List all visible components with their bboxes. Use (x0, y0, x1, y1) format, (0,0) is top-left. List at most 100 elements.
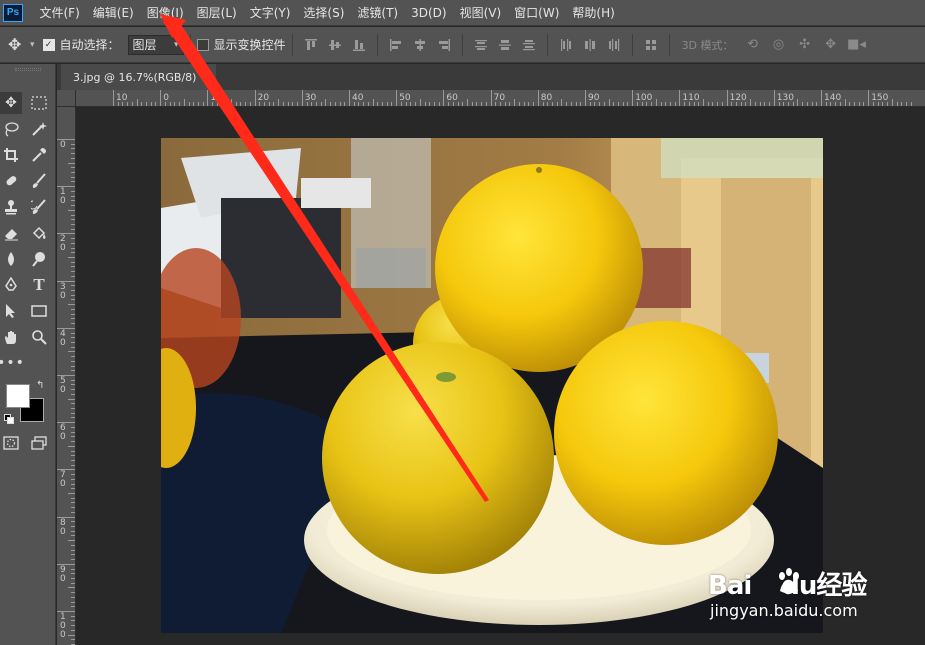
auto-select-checkbox[interactable]: ✓ (42, 38, 55, 51)
ruler-v-tick (71, 228, 75, 230)
document-image[interactable] (161, 138, 823, 633)
ruler-h-tick (736, 102, 738, 106)
ruler-h-tick (585, 90, 586, 106)
ruler-h-tick (141, 102, 143, 106)
ruler-v-tick (71, 629, 75, 631)
menu-file[interactable]: 文件(F) (33, 0, 86, 26)
ruler-v-tick (71, 436, 75, 438)
ruler-h-tick (245, 102, 247, 106)
ruler-h-tick (660, 102, 662, 106)
menu-filter[interactable]: 滤镜(T) (351, 0, 405, 26)
menu-3d[interactable]: 3D(D) (405, 0, 453, 26)
ruler-h-tick (835, 102, 837, 106)
swap-colors-icon[interactable]: ↰ (36, 380, 44, 391)
horizontal-ruler[interactable]: 10 0 10 20 30 40 50 60 70 80 90 100 110 120 130 140 150 (76, 90, 925, 107)
menu-image[interactable]: 图像(I) (140, 0, 190, 26)
move-tool-preset-icon[interactable]: ✥ (8, 35, 28, 54)
path-selection-tool-icon[interactable] (0, 300, 22, 322)
eyedropper-tool-icon[interactable] (28, 144, 50, 166)
show-transform-checkbox[interactable] (196, 38, 209, 51)
history-brush-tool-icon[interactable] (28, 196, 50, 218)
ruler-v-tick (71, 247, 75, 249)
dodge-tool-icon[interactable] (28, 248, 50, 270)
distribute-vertical-center-icon[interactable] (495, 35, 515, 55)
auto-select-target-dropdown[interactable]: 图层 ▾ (127, 34, 184, 55)
menu-layer[interactable]: 图层(L) (190, 0, 243, 26)
zoom-tool-icon[interactable] (28, 326, 50, 348)
ruler-h-tick (377, 102, 379, 106)
vertical-ruler[interactable]: 0 10 20 30 40 50 60 70 80 90 100 (57, 107, 76, 645)
toolbox-grip[interactable] (0, 64, 55, 74)
marquee-tool-icon[interactable] (28, 92, 50, 114)
align-left-icon[interactable] (386, 35, 406, 55)
ruler-h-tick (127, 102, 129, 106)
ruler-h-tick (882, 102, 884, 106)
rectangle-tool-icon[interactable] (28, 300, 50, 322)
auto-align-layers-icon[interactable] (641, 35, 661, 55)
hand-tool-icon[interactable] (0, 326, 22, 348)
distribute-right-icon[interactable] (604, 35, 624, 55)
menu-view[interactable]: 视图(V) (453, 0, 508, 26)
document-tab[interactable]: 3.jpg @ 16.7%(RGB/8) × (61, 64, 216, 90)
ruler-h-tick (764, 102, 766, 106)
ruler-v-tick (71, 511, 75, 513)
magic-wand-tool-icon[interactable] (28, 118, 50, 140)
3d-roll-icon[interactable]: ◎ (768, 35, 790, 55)
distribute-top-icon[interactable] (471, 35, 491, 55)
distribute-horizontal-center-icon[interactable] (580, 35, 600, 55)
ruler-v-tick (71, 488, 75, 490)
align-horizontal-center-icon[interactable] (410, 35, 430, 55)
menu-select[interactable]: 选择(S) (297, 0, 351, 26)
watermark-url: jingyan.baidu.com (710, 601, 858, 620)
chevron-down-icon[interactable]: ▾ (30, 40, 35, 50)
more-tools-icon[interactable]: ••• (0, 352, 24, 374)
crop-tool-icon[interactable] (0, 144, 22, 166)
pen-tool-icon[interactable] (0, 274, 22, 296)
screen-mode-icon[interactable] (28, 432, 50, 454)
separator (546, 33, 548, 56)
3d-rotate-icon[interactable]: ⟲ (742, 35, 764, 55)
ruler-h-tick (632, 90, 634, 106)
align-right-icon[interactable] (434, 35, 454, 55)
ruler-h-tick (183, 99, 185, 106)
ruler-v-tick (71, 535, 75, 537)
menu-help[interactable]: 帮助(H) (566, 0, 621, 26)
ruler-v-tick (71, 219, 75, 221)
3d-slide-icon[interactable]: ✥ (820, 35, 842, 55)
default-colors-icon[interactable] (4, 414, 14, 424)
close-icon[interactable]: × (204, 71, 213, 84)
eraser-tool-icon[interactable] (0, 222, 22, 244)
lasso-tool-icon[interactable] (0, 118, 22, 140)
ruler-h-tick (712, 102, 714, 106)
ruler-origin[interactable] (57, 90, 76, 107)
align-top-icon[interactable] (301, 35, 321, 55)
brush-tool-icon[interactable] (28, 170, 50, 192)
separator (291, 33, 293, 56)
distribute-left-icon[interactable] (556, 35, 576, 55)
menu-type[interactable]: 文字(Y) (243, 0, 297, 26)
ruler-v-tick-label: 90 (60, 564, 66, 584)
type-tool-icon[interactable]: T (28, 274, 50, 296)
ruler-v-tick (71, 323, 75, 325)
ruler-v-tick (71, 153, 75, 155)
healing-brush-tool-icon[interactable] (0, 170, 22, 192)
quick-mask-icon[interactable] (0, 432, 22, 454)
paint-bucket-tool-icon[interactable] (28, 222, 50, 244)
move-tool-icon[interactable]: ✥ (0, 92, 22, 114)
3d-scale-icon[interactable]: ■◂ (846, 35, 868, 55)
ruler-h-tick (193, 102, 195, 106)
distribute-bottom-icon[interactable] (519, 35, 539, 55)
ruler-h-tick (405, 102, 407, 106)
blur-tool-icon[interactable] (0, 248, 22, 270)
align-bottom-icon[interactable] (349, 35, 369, 55)
ruler-v-tick-label: 70 (60, 470, 66, 490)
3d-pan-icon[interactable]: ✣ (794, 35, 816, 55)
ruler-h-tick (821, 90, 822, 106)
menu-window[interactable]: 窗口(W) (508, 0, 566, 26)
ruler-h-tick (547, 102, 549, 106)
clone-stamp-tool-icon[interactable] (0, 196, 22, 218)
ruler-v-tick (57, 186, 75, 188)
menu-edit[interactable]: 编辑(E) (86, 0, 140, 26)
align-vertical-center-icon[interactable] (325, 35, 345, 55)
foreground-color-swatch[interactable] (6, 384, 30, 408)
